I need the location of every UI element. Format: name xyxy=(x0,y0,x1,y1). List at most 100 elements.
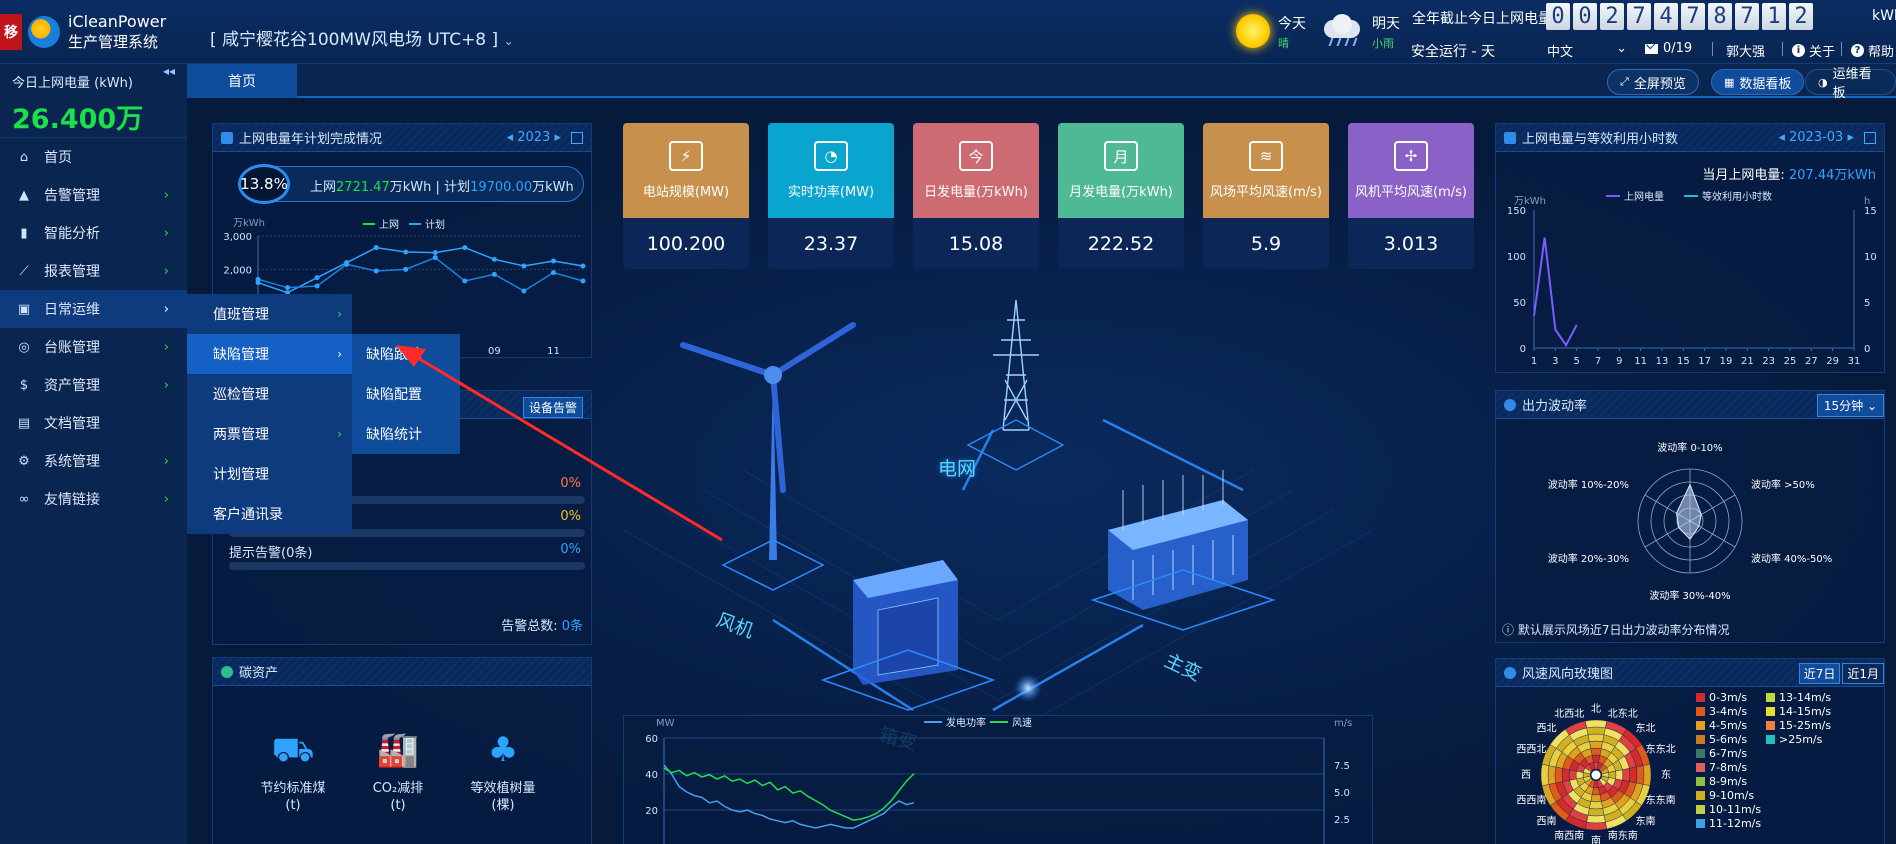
x-tick-label: 09 xyxy=(488,346,501,356)
sidebar-item-3[interactable]: ⟋ 报表管理 › xyxy=(0,252,187,290)
submenu-item[interactable]: 值班管理 › xyxy=(187,294,352,334)
legend-label: 11-12m/s xyxy=(1709,817,1762,830)
last-7-days-button[interactable]: 近7日 xyxy=(1798,663,1841,684)
brand[interactable]: 移 iCleanPower 生产管理系统 xyxy=(0,8,166,56)
sidebar-item-5[interactable]: ◎ 台账管理 › xyxy=(0,328,187,366)
submenu-label: 两票管理 xyxy=(213,427,269,443)
sidebar-item-6[interactable]: $ 资产管理 › xyxy=(0,366,187,404)
messages-button[interactable]: 0/19 xyxy=(1645,41,1692,56)
sidebar-item-7[interactable]: ▤ 文档管理 xyxy=(0,404,187,442)
sidebar-item-9[interactable]: ∞ 友情链接 › xyxy=(0,480,187,518)
legend-item[interactable]: 14-15m/s xyxy=(1766,705,1831,718)
chevron-right-icon: › xyxy=(337,347,342,361)
legend-item[interactable]: 4-5m/s xyxy=(1696,719,1747,732)
kpi-label: 日发电量(万kWh) xyxy=(924,185,1028,200)
fullscreen-label: 全屏预览 xyxy=(1633,76,1686,92)
defect-submenu-item[interactable]: 缺陷配置 xyxy=(352,374,460,414)
legend-item[interactable]: 13-14m/s xyxy=(1766,691,1831,704)
x-tick-label: 9 xyxy=(1616,356,1622,367)
interval-value: 15分钟 xyxy=(1823,399,1864,413)
radar-label: 波动率 40%-50% xyxy=(1751,552,1832,565)
legend-item[interactable]: 3-4m/s xyxy=(1696,705,1747,718)
tab-home[interactable]: 首页 xyxy=(187,64,297,98)
submenu-label: 客户通讯录 xyxy=(213,507,283,523)
dollar-icon: $ xyxy=(19,377,29,393)
legend-item[interactable]: 10-11m/s xyxy=(1696,803,1761,816)
defect-submenu-item[interactable]: 缺陷统计 xyxy=(352,414,460,454)
sidebar-item-1[interactable]: ▲ 告警管理 › xyxy=(0,176,187,214)
legend-item[interactable]: 8-9m/s xyxy=(1696,775,1747,788)
recycle-icon xyxy=(221,665,233,678)
legend-item[interactable]: 0-3m/s xyxy=(1696,691,1747,704)
site-selector[interactable]: [ 咸宁樱花谷100MW风电场 UTC+8 ] ⌄ xyxy=(210,25,514,50)
legend-item[interactable]: 7-8m/s xyxy=(1696,761,1747,774)
submenu-label: 计划管理 xyxy=(213,467,269,483)
legend-item[interactable]: 15-25m/s xyxy=(1766,719,1831,732)
legend-swatch xyxy=(1766,707,1775,716)
help-button[interactable]: ? 帮助 xyxy=(1851,41,1894,60)
rose-direction-label: 西北 xyxy=(1537,722,1557,734)
data-point xyxy=(491,271,497,277)
fullscreen-button[interactable]: ⤢ 全屏预览 xyxy=(1607,69,1699,95)
user-menu[interactable]: 郭大强 xyxy=(1726,41,1765,60)
plan-mid: 万kWh | 计划 xyxy=(389,180,471,195)
year-picker[interactable]: ◂ 2023 ▸ xyxy=(507,130,561,145)
submenu-item[interactable]: 两票管理 › xyxy=(187,414,352,454)
calendar-icon[interactable] xyxy=(1864,132,1876,144)
weather-widget: 今天 晴 明天 小雨 xyxy=(1236,6,1400,56)
sun-icon xyxy=(1236,14,1270,48)
ops-board-button[interactable]: ◑ 运维看板 xyxy=(1805,67,1896,101)
legend-item[interactable]: 11-12m/s xyxy=(1696,817,1761,830)
language-value: 中文 xyxy=(1547,45,1574,60)
sidebar-item-label: 告警管理 xyxy=(44,188,100,204)
legend-swatch xyxy=(1696,721,1705,730)
x-tick-label: 27 xyxy=(1805,356,1818,367)
legend-item[interactable]: 6-7m/s xyxy=(1696,747,1747,760)
data-board-button[interactable]: ▦ 数据看板 xyxy=(1711,69,1805,95)
energy-hours-panel: 上网电量与等效利用小时数 ◂ 2023-03 ▸ 当月上网电量: 207.44万… xyxy=(1495,123,1885,373)
sidebar-item-0[interactable]: ⌂ 首页 xyxy=(0,138,187,176)
calendar-icon[interactable] xyxy=(571,132,583,144)
interval-select[interactable]: 15分钟 ⌄ xyxy=(1816,394,1884,417)
sidebar-item-8[interactable]: ⚙ 系统管理 › xyxy=(0,442,187,480)
sidebar-item-2[interactable]: ▮ 智能分析 › xyxy=(0,214,187,252)
y-right-tick-label: 5 xyxy=(1864,298,1870,309)
daily-ops-submenu: 值班管理 › 缺陷管理 › 巡检管理 两票管理 › 计划管理 客户通讯录 xyxy=(187,294,352,534)
turbine-icon: ✢ xyxy=(1394,141,1428,171)
month-picker[interactable]: ◂ 2023-03 ▸ xyxy=(1778,130,1854,145)
last-month-button[interactable]: 近1月 xyxy=(1842,663,1884,684)
about-button[interactable]: i 关于 xyxy=(1792,41,1835,60)
plan-online-prefix: 上网 xyxy=(310,180,337,195)
legend-item[interactable]: >25m/s xyxy=(1766,733,1822,746)
collapse-sidebar-icon[interactable]: ◂◂ xyxy=(163,64,175,78)
brand-subtitle: 生产管理系统 xyxy=(68,33,159,51)
floor-grid xyxy=(623,469,1373,741)
sidebar-menu: ⌂ 首页 ▲ 告警管理 › ▮ 智能分析 › ⟋ 报表管理 › ▣ 日常运维 › ◎ 台账管理 › $ 资产管理 › ▤… xyxy=(0,138,187,518)
legend-item[interactable]: 9-10m/s xyxy=(1696,789,1754,802)
grid-label: 电网 xyxy=(938,458,976,480)
defect-submenu-item[interactable]: 缺陷跟踪 xyxy=(352,334,460,374)
x-tick-label: 7 xyxy=(1595,356,1601,367)
counter-digit: 7 xyxy=(1681,3,1705,30)
chevron-right-icon: › xyxy=(163,263,169,279)
submenu-item[interactable]: 客户通讯录 xyxy=(187,494,352,534)
x-tick-label: 19 xyxy=(1720,356,1733,367)
weather-today-label: 今天 xyxy=(1278,16,1306,32)
expand-icon: ⤢ xyxy=(1620,75,1629,88)
submenu-item[interactable]: 巡检管理 xyxy=(187,374,352,414)
submenu-item[interactable]: 计划管理 xyxy=(187,454,352,494)
gear-icon: ⚙ xyxy=(18,453,30,469)
device-alarm-button[interactable]: 设备告警 xyxy=(522,397,583,418)
language-select[interactable]: 中文 ⌄ xyxy=(1547,41,1627,60)
energy-sum-value: 207.44万kWh xyxy=(1788,168,1876,183)
submenu-item[interactable]: 缺陷管理 › xyxy=(187,334,352,374)
box-transformer-icon xyxy=(820,560,996,711)
legend-swatch xyxy=(1696,805,1705,814)
kpi-card: ⚡ 电站规模(MW) 100.200 xyxy=(623,123,749,269)
legend-item[interactable]: 5-6m/s xyxy=(1696,733,1747,746)
sidebar-item-4[interactable]: ▣ 日常运维 › xyxy=(0,290,187,328)
rose-direction-label: 东南 xyxy=(1635,815,1655,828)
y-axis-unit: MW xyxy=(656,718,675,729)
counter-digit: 7 xyxy=(1627,3,1651,30)
x-tick-label: 11 xyxy=(1634,356,1647,367)
